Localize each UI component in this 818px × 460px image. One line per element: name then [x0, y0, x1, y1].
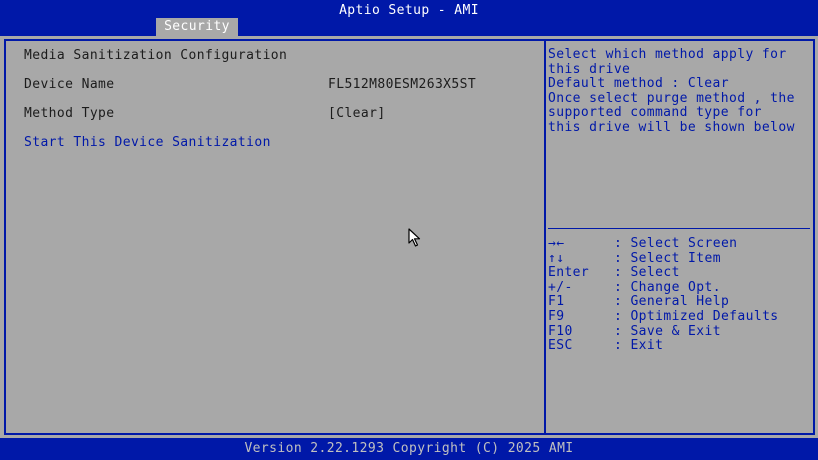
- section-title: Media Sanitization Configuration: [24, 48, 288, 63]
- version-copyright: Version 2.22.1293 Copyright (C) 2025 AMI: [244, 441, 574, 456]
- device-name-label: Device Name: [24, 77, 115, 92]
- key-row-select: Enter: Select: [548, 265, 680, 281]
- method-type-label: Method Type: [24, 106, 115, 121]
- key-row-select-screen: →←: Select Screen: [548, 236, 738, 251]
- help-line: this drive: [548, 61, 631, 77]
- arrows-left-right-icon: →←: [548, 236, 565, 251]
- key-row-general-help: F1: General Help: [548, 294, 730, 310]
- method-type-select[interactable]: [Clear]: [328, 106, 386, 121]
- arrows-up-down-icon: ↑↓: [548, 250, 565, 266]
- title-bar: Aptio Setup - AMI Security: [0, 0, 818, 36]
- device-name-value: FL512M80ESM263X5ST: [328, 77, 477, 92]
- key-row-change-opt: +/-: Change Opt.: [548, 279, 721, 295]
- start-sanitization-action[interactable]: Start This Device Sanitization: [24, 135, 271, 150]
- footer-bar: Version 2.22.1293 Copyright (C) 2025 AMI: [0, 438, 818, 460]
- help-divider: [548, 228, 810, 229]
- key-row-optimized-defaults: F9: Optimized Defaults: [548, 308, 779, 324]
- help-line: supported command type for: [548, 105, 762, 121]
- help-text: Select which method apply for this drive…: [548, 47, 808, 136]
- help-line: Select which method apply for: [548, 47, 787, 62]
- settings-panel: [4, 39, 546, 435]
- help-line: this drive will be shown below: [548, 119, 795, 135]
- mouse-pointer-icon: [408, 228, 421, 247]
- tab-security[interactable]: Security: [156, 18, 238, 36]
- help-line: Once select purge method , the: [548, 90, 795, 106]
- app-title: Aptio Setup - AMI: [339, 3, 479, 18]
- help-line: Default method : Clear: [548, 76, 729, 92]
- key-row-save-exit: F10: Save & Exit: [548, 323, 721, 339]
- key-legend: →←: Select Screen ↑↓: Select Item Enter:…: [548, 236, 779, 354]
- key-row-exit: ESC: Exit: [548, 338, 664, 354]
- key-row-select-item: ↑↓: Select Item: [548, 250, 721, 266]
